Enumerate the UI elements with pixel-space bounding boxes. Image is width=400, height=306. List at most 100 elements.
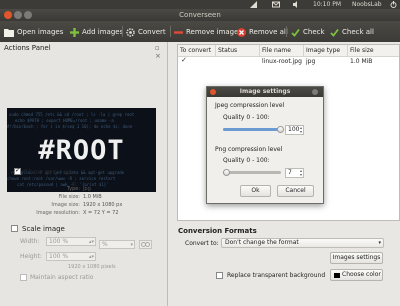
remove-icon (174, 30, 183, 34)
convert-button[interactable]: Convert (126, 27, 166, 37)
dock-buttons[interactable]: ▫ × (155, 44, 167, 60)
replace-background-checkbox[interactable] (216, 272, 223, 279)
conversion-formats-title: Conversion Formats (178, 227, 257, 235)
choose-color-label: Choose color (342, 271, 381, 278)
close-icon[interactable]: × (155, 52, 161, 60)
dropdown-arrow-icon: ▾ (378, 240, 381, 246)
height-input[interactable]: 100 % ▴▾ (46, 252, 96, 261)
info-resolution-value: X = 72 Y = 72 (83, 210, 119, 216)
preview-code-decoration: echo $PATH ; export HOME=/root ; uname -… (15, 118, 114, 123)
remove-all-button[interactable]: Remove all (237, 27, 288, 37)
spin-arrows-icon[interactable]: ▴▾ (300, 169, 302, 177)
column-header-to-convert[interactable]: To convert (178, 45, 216, 56)
preview-image-text: #ROOT (38, 135, 125, 166)
scale-image-checkbox[interactable] (11, 225, 18, 232)
ok-button[interactable]: Ok (240, 185, 271, 197)
volume-icon[interactable] (293, 1, 300, 8)
info-filesize-label: File size: (58, 194, 80, 200)
user-name[interactable]: NoobsLab (352, 1, 382, 8)
check-all-label: Check all (342, 28, 374, 36)
row-file-name: linux-root.jpg (262, 58, 302, 65)
column-header-image-type[interactable]: Image type (304, 45, 348, 56)
column-header-file-name[interactable]: File name (260, 45, 304, 56)
info-filesize-value: 1.0 MiB (83, 194, 102, 200)
preview-code-decoration: chown root:root /var/www -R ; service re… (7, 176, 116, 181)
cancel-button[interactable]: Cancel (277, 185, 314, 197)
add-images-button[interactable]: Add images (70, 27, 123, 37)
network-icon[interactable] (250, 1, 257, 8)
unit-value: % (102, 241, 108, 248)
check-all-icon (330, 28, 339, 37)
scale-image-label: Scale image (22, 225, 65, 233)
spin-arrows-icon[interactable]: ▴▾ (300, 126, 302, 134)
dialog-minimize-button[interactable] (312, 89, 318, 95)
spin-arrows-icon[interactable]: ▴▾ (89, 254, 94, 261)
check-icon (291, 28, 300, 37)
png-quality-label: Quality 0 - 100: (223, 157, 270, 164)
remove-images-label: Remove images (186, 28, 243, 36)
row-image-type: jpg (306, 58, 316, 65)
column-header-file-size[interactable]: File size (348, 45, 399, 56)
width-input[interactable]: 100 % ▴▾ (46, 237, 96, 246)
add-icon (70, 27, 79, 37)
preview-code-decoration: sudo chmod 755 /etc && cd /root ; ls -la… (9, 112, 135, 117)
jpeg-slider-fill (223, 128, 281, 131)
unit-select[interactable]: % ▾ (99, 240, 135, 249)
png-quality-spinbox[interactable]: 7 ▴ ▾ (285, 168, 304, 178)
spin-arrows-icon[interactable]: ▴▾ (89, 239, 94, 246)
convert-label: Convert (138, 28, 166, 36)
jpeg-quality-label: Quality 0 - 100: (223, 114, 270, 121)
float-icon[interactable]: ▫ (155, 44, 160, 52)
toolbar-separator (170, 26, 171, 37)
jpeg-quality-spinbox[interactable]: 100 ▴ ▾ (285, 125, 304, 135)
link-dimensions-button[interactable] (139, 240, 152, 249)
convert-to-select[interactable]: Don't change the format ▾ (221, 238, 384, 248)
open-images-label: Open images (17, 28, 64, 36)
show-preview-checkbox[interactable] (14, 166, 21, 175)
convert-to-value: Don't change the format (225, 239, 299, 246)
jpeg-slider-knob[interactable] (277, 126, 284, 133)
gear-icon (126, 27, 135, 37)
info-type-label: Type: (66, 186, 80, 192)
info-imagesize-label: Image size: (51, 202, 80, 208)
actions-panel-title: Actions Panel (4, 44, 51, 52)
png-section-title: Png compression level (215, 146, 283, 153)
image-settings-button[interactable]: Images settings (330, 252, 383, 264)
png-slider-track[interactable] (223, 171, 281, 174)
header-divider (178, 56, 399, 57)
choose-color-button[interactable]: Choose color (330, 269, 383, 281)
width-value: 100 % (49, 238, 69, 245)
image-settings-dialog: Image settings Jpeg compression level Qu… (206, 86, 324, 204)
jpeg-section-title: Jpeg compression level (215, 102, 285, 109)
dialog-title: Image settings (207, 87, 323, 97)
info-type-value: jpg (83, 186, 91, 192)
png-slider-knob[interactable] (223, 169, 230, 176)
chain-icon (141, 242, 150, 247)
row-file-size: 1.0 MiB (350, 58, 373, 65)
power-icon[interactable] (390, 1, 397, 8)
width-label: Width: (20, 238, 40, 245)
dropdown-arrow-icon: ▾ (130, 242, 133, 248)
remove-all-icon (237, 27, 246, 37)
top-panel: 10:10 PM NoobsLab (0, 0, 400, 9)
image-preview: sudo chmod 755 /etc && cd /root ; ls -la… (7, 108, 156, 192)
color-swatch (334, 273, 340, 278)
info-resolution-label: Image resolution: (36, 210, 80, 216)
clock[interactable]: 10:10 PM (313, 1, 341, 8)
check-button[interactable]: Check (291, 27, 325, 37)
open-images-button[interactable]: Open images (4, 27, 63, 37)
toolbar-separator (286, 26, 287, 37)
dialog-close-button[interactable] (210, 89, 216, 95)
remove-images-button[interactable]: Remove images (174, 27, 242, 37)
preview-code-decoration: #!/bin/bash ; for i in $(seq 1 10); do e… (7, 124, 133, 129)
maintain-aspect-checkbox[interactable] (20, 274, 27, 281)
remove-all-label: Remove all (249, 28, 288, 36)
add-images-label: Add images (82, 28, 124, 36)
actions-panel: Actions Panel ▫ × sudo chmod 755 /etc &&… (0, 42, 168, 306)
row-convert-checkbox[interactable] (181, 56, 188, 66)
check-all-button[interactable]: Check all (330, 27, 374, 37)
mail-icon[interactable] (272, 1, 280, 8)
title-bar: Converseen (0, 9, 400, 21)
convert-to-label: Convert to: (185, 240, 219, 247)
column-header-status[interactable]: Status (216, 45, 260, 56)
